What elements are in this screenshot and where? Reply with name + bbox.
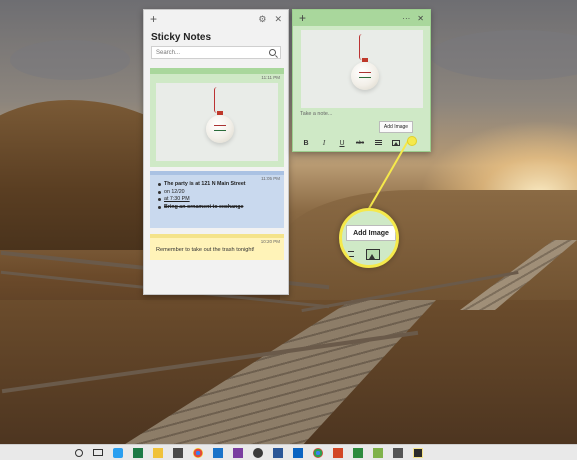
add-image-button[interactable]	[387, 139, 405, 147]
paint-icon[interactable]	[233, 447, 243, 458]
list-titlebar: + ⚙ ✕	[144, 10, 288, 28]
new-note-button[interactable]: +	[150, 12, 157, 26]
settings-icon[interactable]	[393, 447, 403, 458]
note-timestamp: 11:05 PM	[261, 176, 280, 181]
callout-label: Add Image	[346, 225, 396, 241]
search-input[interactable]: Search...	[151, 46, 281, 59]
task-view-icon[interactable]	[93, 449, 103, 456]
snip-icon[interactable]	[373, 447, 383, 458]
bullet-list-icon	[374, 139, 382, 145]
new-note-button[interactable]: +	[299, 11, 306, 25]
photos-icon[interactable]	[253, 447, 263, 458]
note-card-image[interactable]: 11:11 PM	[150, 68, 284, 167]
taskbar-spacer	[5, 448, 65, 458]
search-placeholder: Search...	[156, 49, 181, 56]
italic-button[interactable]: I	[315, 139, 333, 147]
list-item: at 7:30 PM	[158, 196, 278, 204]
more-options-icon[interactable]: ···	[402, 14, 410, 23]
list-item: on 12/20	[158, 189, 278, 197]
search-icon[interactable]	[269, 49, 276, 56]
taskbar	[0, 444, 577, 460]
chrome-icon[interactable]	[193, 447, 203, 458]
powerpoint-icon[interactable]	[333, 447, 343, 458]
list-item: The party is at 121 N Main Street	[158, 181, 278, 189]
add-image-tooltip: Add Image	[379, 121, 413, 133]
sticky-notes-icon[interactable]	[413, 447, 423, 458]
chrome2-icon[interactable]	[313, 447, 323, 458]
underline-button[interactable]: U	[333, 140, 351, 147]
cortana-icon[interactable]	[75, 448, 83, 457]
note-card-text[interactable]: 10:20 PM Remember to take out the trash …	[150, 234, 284, 260]
note-image	[156, 83, 278, 161]
settings-icon[interactable]: ⚙	[258, 14, 266, 25]
list-item: Bring an ornament to exchange	[158, 204, 278, 212]
outlook-icon[interactable]	[293, 447, 303, 458]
bullets-button[interactable]	[369, 139, 387, 147]
store-icon[interactable]	[173, 447, 183, 458]
note-timestamp: 11:11 PM	[261, 75, 280, 80]
image-icon	[366, 249, 380, 260]
ornament-image	[351, 62, 379, 90]
defender-icon[interactable]	[353, 447, 363, 458]
bullet-list-icon	[348, 251, 354, 257]
note-card-list[interactable]: 11:05 PM The party is at 121 N Main Stre…	[150, 171, 284, 228]
ornament-cord	[359, 34, 365, 60]
wallpaper-cloud	[430, 30, 577, 80]
add-image-callout: Add Image	[339, 208, 399, 268]
callout-pointer-dot	[407, 136, 417, 146]
wallpaper-cloud	[10, 40, 130, 80]
ornament-cord	[214, 87, 220, 113]
sticky-notes-list-window: + ⚙ ✕ Sticky Notes Search... 11:11 PM 11…	[143, 9, 289, 295]
edit-titlebar: + ··· ✕	[293, 10, 430, 26]
note-text-input[interactable]: Take a note...	[300, 111, 332, 117]
word-icon[interactable]	[273, 447, 283, 458]
ornament-image	[206, 115, 234, 143]
page-title: Sticky Notes	[151, 32, 212, 43]
close-icon[interactable]: ✕	[274, 14, 282, 25]
image-icon	[392, 139, 400, 146]
strikethrough-button[interactable]: abc	[351, 140, 369, 146]
edit-note-window: + ··· ✕ Take a note... Add Image B I U a…	[292, 9, 431, 152]
mail-icon[interactable]	[213, 447, 223, 458]
close-icon[interactable]: ✕	[417, 14, 424, 23]
excel-icon[interactable]	[133, 447, 143, 458]
note-timestamp: 10:20 PM	[260, 239, 280, 244]
edge-icon[interactable]	[113, 447, 123, 458]
explorer-icon[interactable]	[153, 447, 163, 458]
note-image[interactable]	[301, 30, 423, 108]
bold-button[interactable]: B	[297, 140, 315, 147]
